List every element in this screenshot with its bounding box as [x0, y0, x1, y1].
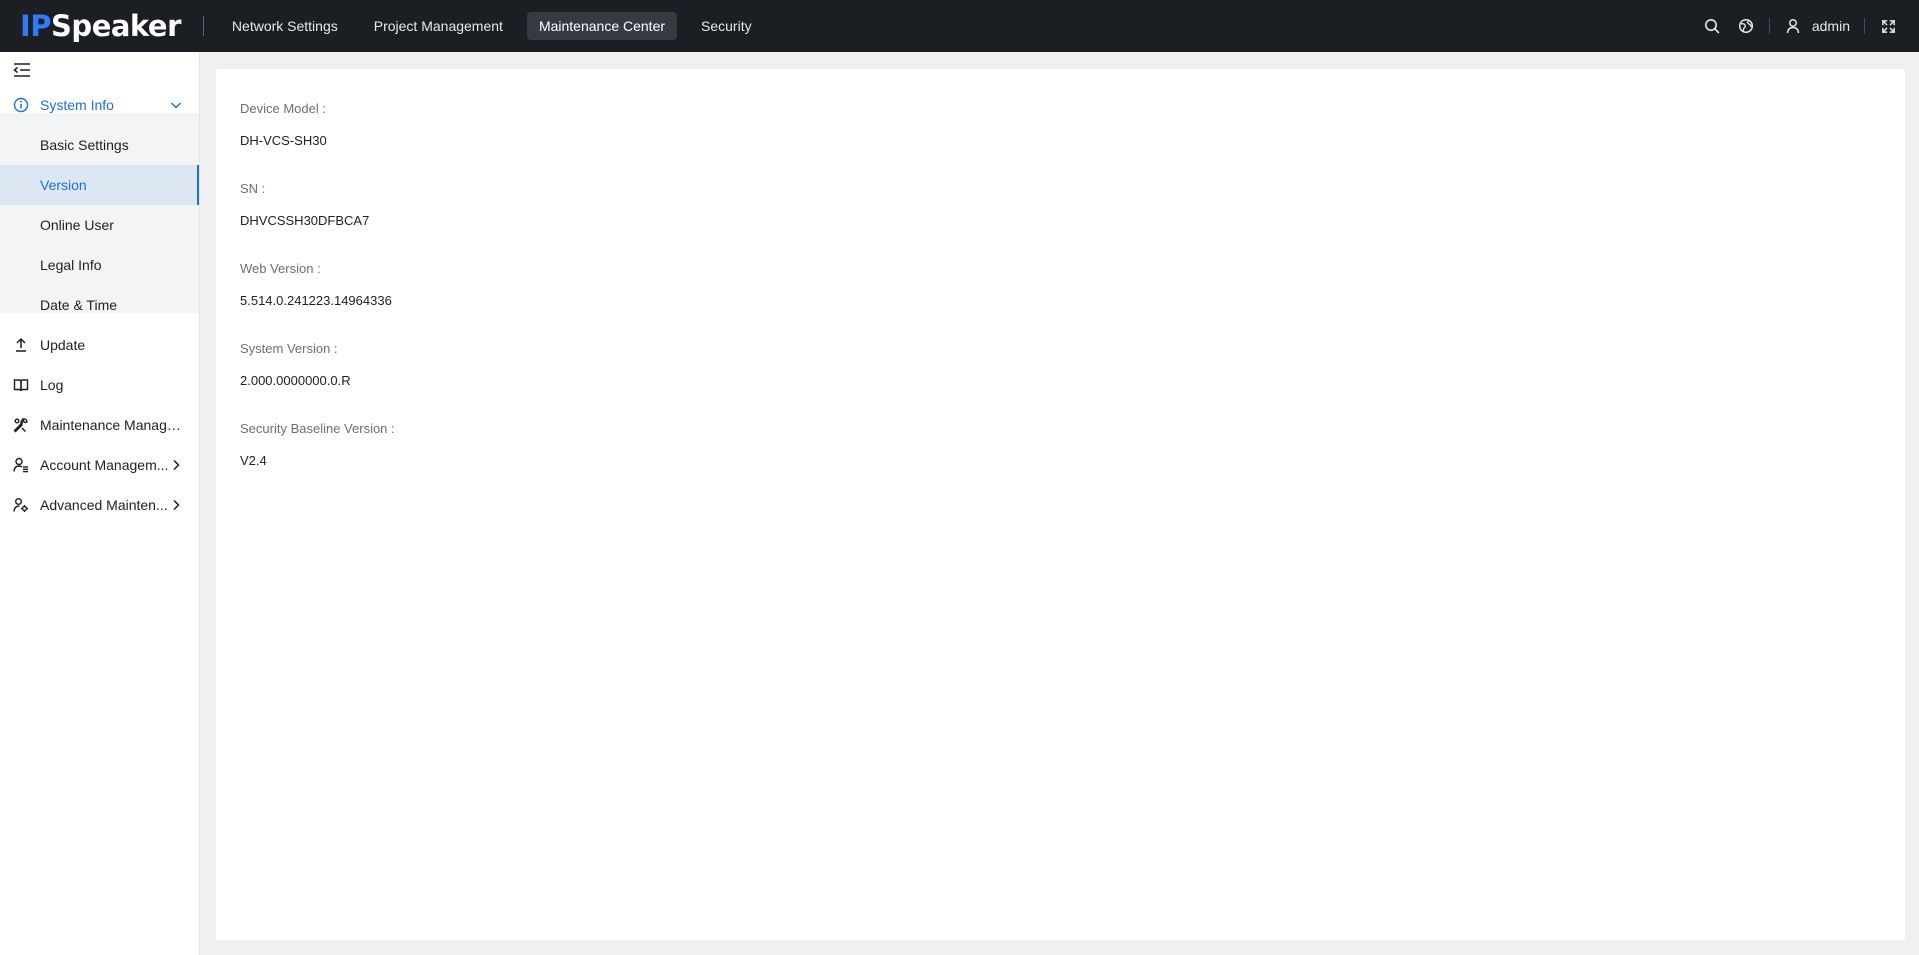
logo-speaker: Speaker — [51, 9, 181, 43]
fullscreen-icon[interactable] — [1879, 17, 1897, 35]
chevron-down-icon — [168, 97, 184, 113]
sidebar-item-label: Maintenance Manage... — [40, 417, 185, 433]
sidebar-item-label: Advanced Mainten... — [40, 497, 168, 513]
chevron-right-icon — [168, 457, 184, 473]
sidebar-item-log[interactable]: Log — [0, 365, 200, 405]
sidebar-item-label: System Info — [40, 97, 114, 113]
top-bar: IP Speaker Network Settings Project Manag… — [0, 0, 1919, 52]
divider — [1864, 18, 1865, 34]
sidebar-item-online-user[interactable]: Online User — [0, 205, 199, 245]
advanced-maintenance-icon — [12, 496, 30, 514]
nav-security[interactable]: Security — [689, 12, 764, 40]
version-info-panel: Device Model : DH-VCS-SH30 SN : DHVCSSH3… — [216, 69, 1905, 940]
username[interactable]: admin — [1812, 18, 1850, 34]
web-version-value: 5.514.0.241223.14964336 — [240, 293, 392, 308]
search-icon[interactable] — [1703, 17, 1721, 35]
logo-divider — [202, 16, 204, 36]
sidebar-item-version[interactable]: Version — [0, 165, 199, 205]
sidebar-item-legal-info[interactable]: Legal Info — [0, 245, 199, 285]
sidebar-item-update[interactable]: Update — [0, 325, 200, 365]
sidebar-item-basic-settings[interactable]: Basic Settings — [0, 125, 199, 165]
system-version-label: System Version : — [240, 341, 338, 356]
info-icon — [12, 96, 30, 114]
globe-icon[interactable] — [1737, 17, 1755, 35]
sidebar-item-maintenance-manager[interactable]: Maintenance Manage... — [0, 405, 200, 445]
book-icon — [12, 376, 30, 394]
user-list-icon — [12, 456, 30, 474]
sn-label: SN : — [240, 181, 266, 196]
sn-value: DHVCSSH30DFBCA7 — [240, 213, 370, 228]
device-model-label: Device Model : — [240, 101, 326, 116]
sidebar-item-label: Account Managem... — [40, 457, 169, 473]
upload-icon — [12, 336, 30, 354]
sidebar-item-label: Log — [40, 377, 64, 393]
system-version-value: 2.000.0000000.0.R — [240, 373, 351, 388]
sidebar-item-account-management[interactable]: Account Managem... — [0, 445, 200, 485]
logo: IP Speaker — [20, 9, 181, 43]
logo-ip: IP — [20, 9, 52, 43]
divider — [1768, 18, 1770, 34]
nav-maintenance-center[interactable]: Maintenance Center — [526, 12, 678, 40]
sidebar-item-label: Update — [40, 337, 86, 353]
top-right-tools: admin — [1703, 0, 1897, 52]
security-baseline-version-label: Security Baseline Version : — [240, 421, 395, 436]
sidebar: System Info Basic Settings Version Onlin… — [0, 52, 200, 955]
security-baseline-version-value: V2.4 — [240, 453, 267, 468]
menu-collapse-icon[interactable] — [13, 62, 31, 78]
user-icon[interactable] — [1784, 17, 1802, 35]
sidebar-item-advanced-maintenance[interactable]: Advanced Mainten... — [0, 485, 200, 525]
sidebar-item-date-time[interactable]: Date & Time — [0, 285, 199, 325]
wrench-icon — [12, 416, 30, 434]
device-model-value: DH-VCS-SH30 — [240, 133, 327, 148]
nav-project-management[interactable]: Project Management — [362, 12, 515, 40]
chevron-right-icon — [168, 497, 184, 513]
main-nav: Network Settings Project Management Main… — [220, 0, 776, 52]
web-version-label: Web Version : — [240, 261, 321, 276]
nav-network-settings[interactable]: Network Settings — [220, 12, 350, 40]
